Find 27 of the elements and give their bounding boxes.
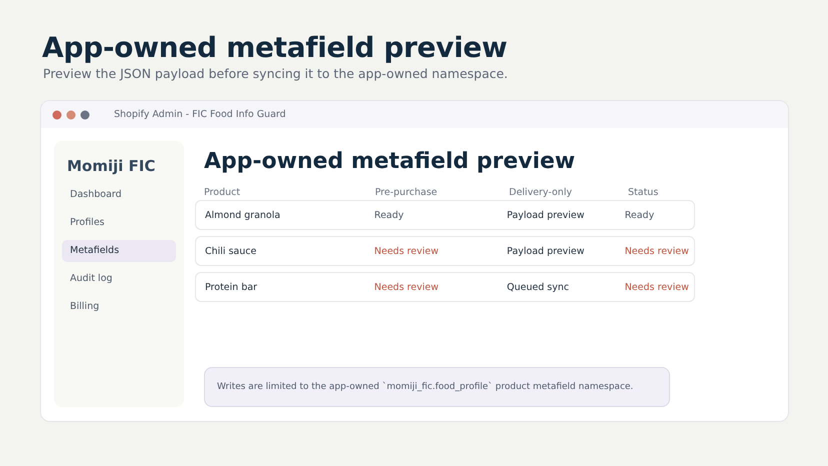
notice-text: Writes are limited to the app-owned `momiji_fic.food_profile` product metafield namespace. xyxy=(217,382,634,392)
table-cell-text: Queued sync xyxy=(506,282,570,292)
table-cell-text: Payload preview xyxy=(506,210,586,220)
table-cell-text: Needs review xyxy=(374,246,440,256)
sidebar-item[interactable]: Audit log xyxy=(62,268,176,290)
section-heading: App-owned metafield preview xyxy=(204,148,576,176)
table-cell-text: Ready xyxy=(374,210,405,220)
table-cell-text: Needs review xyxy=(374,282,440,292)
window-title: Shopify Admin - FIC Food Info Guard xyxy=(114,109,286,120)
table-cell-text: Ready xyxy=(624,210,656,220)
page-title: App-owned metafield preview xyxy=(42,30,508,66)
table-cell-text: Protein bar xyxy=(205,282,258,292)
column-header: Pre-purchase xyxy=(375,187,438,200)
sidebar-item[interactable]: Billing xyxy=(62,296,176,318)
page-subtitle: Preview the JSON payload before syncing it to the app-owned namespace. xyxy=(43,66,509,82)
table-cell-text: Chili sauce xyxy=(205,246,258,256)
column-header: Product xyxy=(204,187,242,200)
column-header: Delivery-only xyxy=(509,187,573,200)
column-header: Status xyxy=(628,187,660,200)
table-cell-text: Almond granola xyxy=(205,210,282,220)
sidebar-item[interactable]: Dashboard xyxy=(62,184,176,206)
brand-name: Momiji FIC xyxy=(66,157,156,175)
sidebar-item[interactable]: Profiles xyxy=(62,212,176,234)
table-cell-text: Needs review xyxy=(624,282,690,292)
table-cell-text: Needs review xyxy=(624,246,690,256)
sidebar-item[interactable]: Metafields xyxy=(62,240,176,262)
table-cell-text: Payload preview xyxy=(506,246,586,256)
